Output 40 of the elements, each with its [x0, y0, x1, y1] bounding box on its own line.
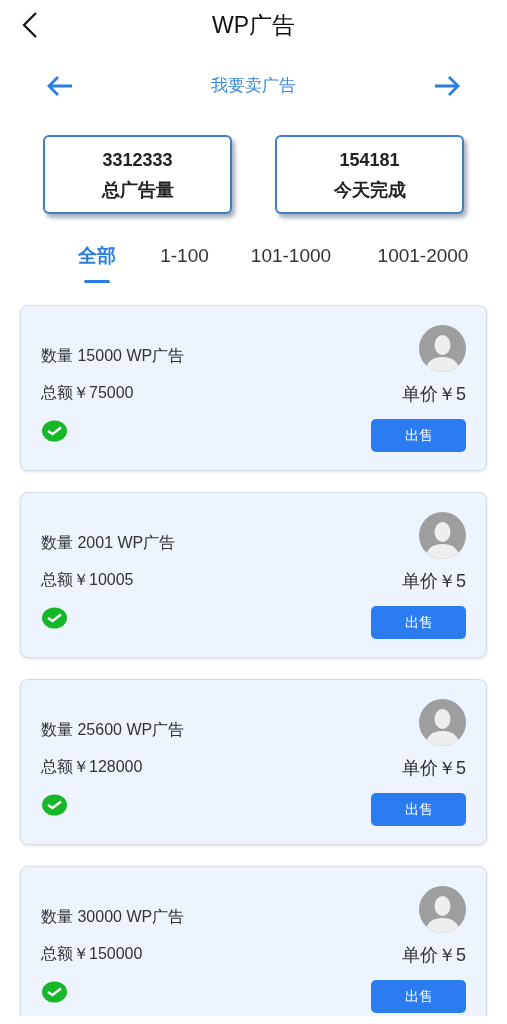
tab-underline [84, 280, 110, 283]
sell-button[interactable]: 出售 [371, 980, 466, 1013]
avatar-icon [419, 699, 466, 746]
avatar-icon [419, 512, 466, 559]
page-title: WP广告 [211, 10, 296, 40]
range-tab[interactable]: 全部 [78, 244, 116, 268]
arrow-left-icon [46, 75, 74, 97]
arrow-right-icon [433, 75, 461, 97]
quantity-text: 数量 25600 WP广告 [41, 720, 185, 740]
total-text: 总额￥128000 [41, 757, 143, 777]
quantity-text: 数量 2001 WP广告 [41, 533, 176, 553]
total-text: 总额￥75000 [41, 383, 134, 403]
chat-check-icon [42, 607, 67, 631]
chat-check-icon [42, 794, 67, 818]
range-tab[interactable]: 1001-2000 [377, 244, 469, 268]
quantity-text: 数量 30000 WP广告 [41, 907, 185, 927]
total-text: 总额￥150000 [41, 944, 143, 964]
unit-price-text: 单价￥5 [402, 945, 466, 965]
sell-button[interactable]: 出售 [371, 606, 466, 639]
unit-price-text: 单价￥5 [402, 384, 466, 404]
range-tab[interactable]: 1-100 [160, 244, 209, 268]
total-text: 总额￥10005 [41, 570, 134, 590]
ad-type-label: 我要卖广告 [211, 75, 296, 98]
sell-button[interactable]: 出售 [371, 419, 466, 452]
stat-label: 总广告量 [101, 178, 174, 201]
unit-price-text: 单价￥5 [402, 758, 466, 778]
quantity-text: 数量 15000 WP广告 [41, 346, 185, 366]
range-tab[interactable]: 101-1000 [250, 244, 332, 268]
chat-check-icon [42, 420, 67, 444]
chat-check-icon [42, 981, 67, 1005]
unit-price-text: 单价￥5 [402, 571, 466, 591]
stat-label: 今天完成 [333, 178, 406, 201]
sell-button[interactable]: 出售 [371, 793, 466, 826]
next-button[interactable] [433, 75, 461, 97]
previous-button[interactable] [46, 75, 74, 97]
back-icon [22, 12, 38, 38]
stat-value: 3312333 [102, 148, 173, 171]
avatar-icon [419, 325, 466, 372]
avatar-icon [419, 886, 466, 933]
stat-value: 154181 [339, 148, 400, 171]
